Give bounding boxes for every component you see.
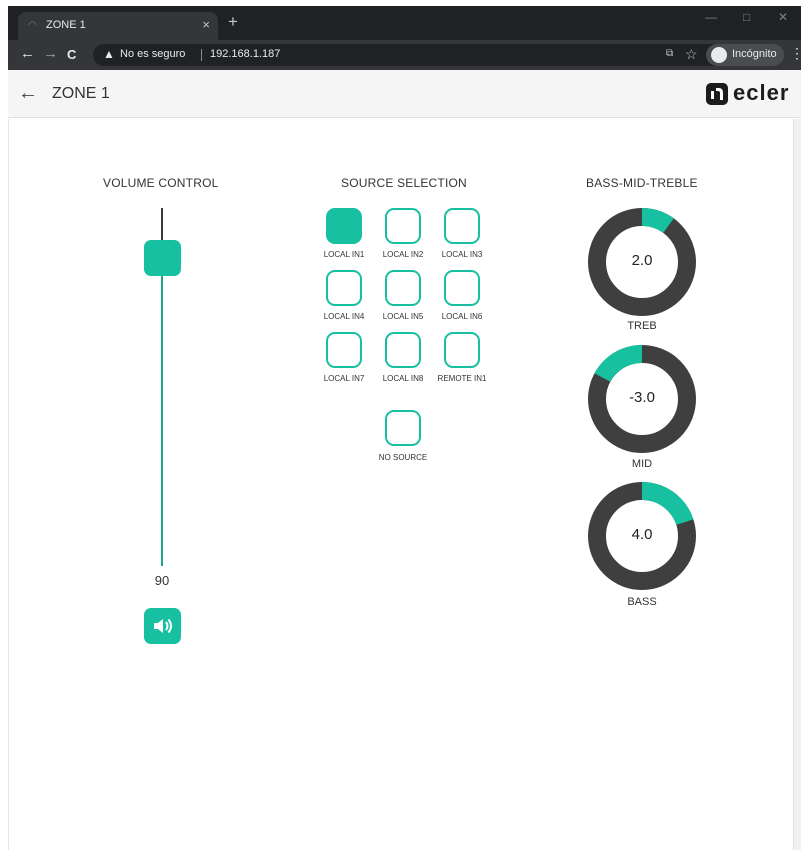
volume-control-title: VOLUME CONTROL	[103, 176, 219, 190]
bass-value: 4.0	[631, 526, 653, 543]
source-label-local-in6: LOCAL IN6	[441, 312, 483, 321]
close-window-button[interactable]: ✕	[778, 10, 788, 24]
browser-tab-bar: ◠ ZONE 1 × + — □ ✕	[8, 6, 801, 40]
incognito-badge[interactable]: Incógnito	[706, 44, 784, 66]
source-label-local-in3: LOCAL IN3	[441, 250, 483, 259]
source-button-local-in4[interactable]	[326, 270, 362, 306]
warning-icon: ▲	[103, 47, 115, 61]
source-button-local-in6[interactable]	[444, 270, 480, 306]
volume-slider-thumb[interactable]	[144, 240, 181, 276]
url-text[interactable]: 192.168.1.187	[210, 48, 280, 60]
browser-tab[interactable]: ◠ ZONE 1 ×	[18, 12, 218, 40]
source-button-local-in3[interactable]	[444, 208, 480, 244]
source-button-local-in5[interactable]	[385, 270, 421, 306]
bookmark-star-icon[interactable]: ☆	[685, 46, 698, 63]
source-button-local-in8[interactable]	[385, 332, 421, 368]
source-selection-title: SOURCE SELECTION	[341, 176, 467, 190]
treble-value: 2.0	[631, 252, 653, 269]
mute-button[interactable]	[144, 608, 181, 644]
source-button-remote-in1[interactable]	[444, 332, 480, 368]
security-status[interactable]: No es seguro	[120, 48, 185, 60]
source-button-no-source[interactable]	[385, 410, 421, 446]
translate-icon[interactable]: ⧉	[666, 48, 673, 59]
incognito-icon	[711, 47, 727, 63]
source-button-local-in2[interactable]	[385, 208, 421, 244]
back-arrow-icon[interactable]: ←	[18, 82, 38, 104]
logo-mark-icon	[706, 83, 728, 105]
bass-label: BASS	[627, 596, 657, 608]
scrollbar[interactable]	[793, 119, 801, 850]
treble-label: TREB	[627, 320, 657, 332]
incognito-label: Incógnito	[732, 48, 777, 60]
browser-menu-icon[interactable]: ⋮	[790, 45, 801, 62]
divider	[201, 49, 202, 61]
tab-favicon-icon: ◠	[28, 20, 37, 31]
forward-button[interactable]: →	[43, 46, 58, 62]
volume-slider-fill	[161, 260, 163, 566]
browser-toolbar: ← → C ▲ No es seguro 192.168.1.187 ⧉ ☆ I…	[8, 40, 801, 70]
eq-title: BASS-MID-TREBLE	[586, 176, 698, 190]
address-bar[interactable]: ▲ No es seguro 192.168.1.187 ⧉ ☆	[93, 44, 743, 66]
mid-label: MID	[631, 458, 653, 470]
source-label-remote-in1: REMOTE IN1	[437, 374, 487, 383]
back-button[interactable]: ←	[20, 46, 35, 62]
reload-button[interactable]: C	[67, 47, 76, 63]
maximize-button[interactable]: □	[743, 10, 750, 24]
page-root: ◠ ZONE 1 × + — □ ✕ ← → C ▲ No es seguro …	[0, 0, 801, 850]
tab-close-icon[interactable]: ×	[202, 17, 210, 33]
mid-value: -3.0	[629, 389, 655, 406]
source-button-local-in7[interactable]	[326, 332, 362, 368]
app-header: ← ZONE 1 ecler	[8, 70, 801, 118]
speaker-icon	[154, 618, 172, 634]
volume-value: 90	[154, 573, 170, 588]
source-label-no-source: NO SOURCE	[378, 453, 428, 462]
new-tab-button[interactable]: +	[228, 13, 238, 31]
source-button-local-in1[interactable]	[326, 208, 362, 244]
page-title: ZONE 1	[52, 85, 110, 102]
logo-text: ecler	[733, 80, 790, 105]
tab-title: ZONE 1	[46, 19, 86, 31]
minimize-button[interactable]: —	[705, 10, 717, 24]
